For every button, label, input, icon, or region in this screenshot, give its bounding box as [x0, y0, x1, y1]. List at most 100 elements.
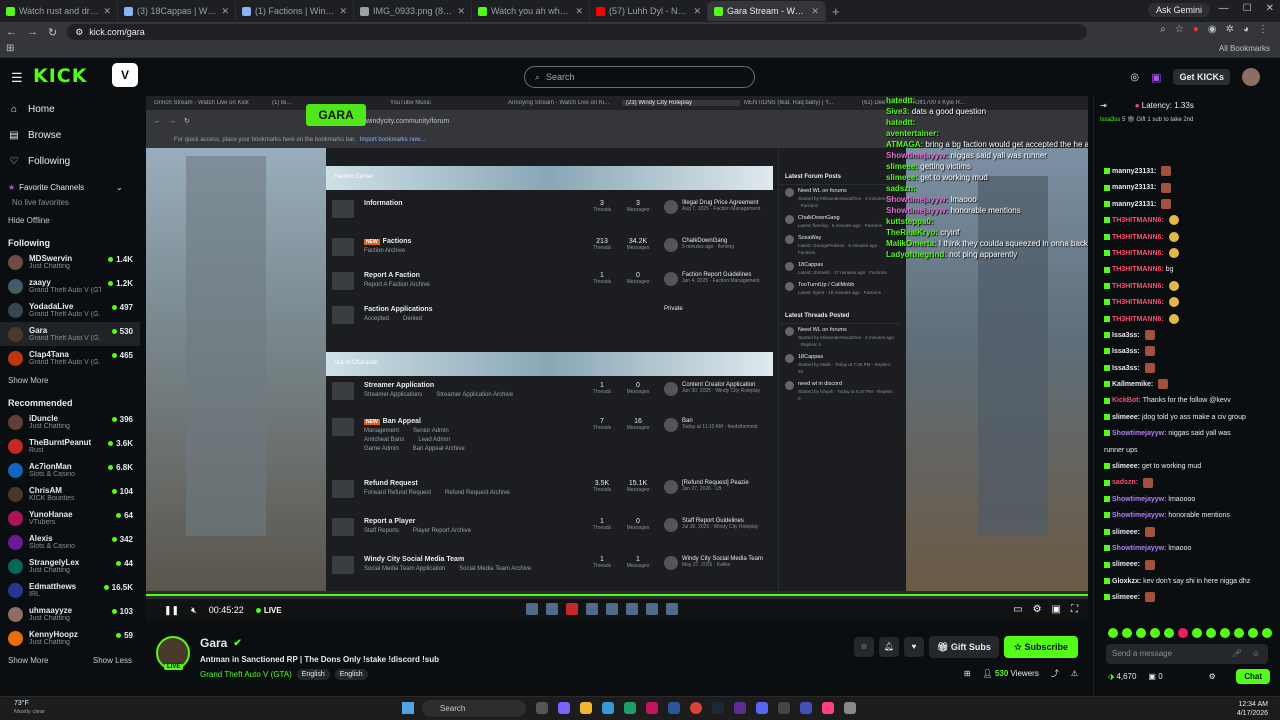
- windows-start-icon[interactable]: [402, 702, 414, 714]
- chat-username[interactable]: Issa3ss:: [1112, 348, 1142, 355]
- chat-send-button[interactable]: Chat: [1236, 669, 1270, 684]
- share-icon[interactable]: ⤴: [1051, 668, 1059, 679]
- reload-icon[interactable]: ↻: [48, 26, 57, 39]
- chat-username[interactable]: slimeee:: [1112, 414, 1142, 421]
- sidebar-channel-strangelylex[interactable]: StrangelyLex Just Chatting 44: [8, 554, 140, 578]
- drops-count[interactable]: ▣ 0: [1148, 672, 1162, 681]
- show-more-button[interactable]: Show More: [8, 656, 48, 665]
- chat-username[interactable]: TH3HITMANN6:: [1112, 299, 1166, 306]
- emote-icon[interactable]: [1206, 628, 1216, 638]
- forward-icon[interactable]: →: [27, 26, 38, 38]
- chat-username[interactable]: TH3HITMANN6:: [1112, 266, 1166, 273]
- chat-username[interactable]: slimeee:: [1112, 561, 1142, 568]
- browser-tab[interactable]: Gara Stream - Watch Live on Ki... ✕: [708, 1, 826, 21]
- report-icon[interactable]: ⚠: [1071, 669, 1078, 678]
- sidebar-channel-gara[interactable]: Gara Grand Theft Auto V (G... 530: [0, 322, 140, 346]
- chat-message-input[interactable]: Send a message 🎤︎ ☺: [1106, 644, 1268, 664]
- chat-username[interactable]: TH3HITMANN6:: [1112, 283, 1166, 290]
- inbox-icon[interactable]: ▣: [1151, 71, 1161, 84]
- hamburger-icon[interactable]: ☰: [11, 70, 23, 86]
- puzzle-icon[interactable]: ✲: [1226, 24, 1234, 35]
- app-icon[interactable]: [844, 702, 856, 714]
- weather-widget[interactable]: 73°F Mostly clear: [14, 700, 45, 716]
- site-info-icon[interactable]: ⚙: [75, 27, 83, 38]
- close-icon[interactable]: ✕: [1266, 3, 1274, 14]
- browser-tab[interactable]: Watch you ah what? | Streamin...✕: [472, 1, 590, 21]
- star-icon[interactable]: ☆: [1175, 24, 1184, 35]
- word-icon[interactable]: [668, 702, 680, 714]
- sidebar-channel-chrisam[interactable]: ChrisAM KICK Bounties 104: [8, 482, 140, 506]
- sidebar-nav-browse[interactable]: ▤ Browse: [8, 122, 140, 148]
- taskview-icon[interactable]: [536, 702, 548, 714]
- ask-gemini-button[interactable]: Ask Gemini: [1147, 3, 1210, 17]
- user-avatar[interactable]: [1242, 68, 1260, 86]
- sidebar-channel-edmatthews[interactable]: Edmatthews IRL 16.5K: [8, 578, 140, 602]
- sidebar-channel-theburntpeanut[interactable]: TheBurntPeanut Rust 3.6K: [8, 434, 140, 458]
- explorer-icon[interactable]: [580, 702, 592, 714]
- browser-tab[interactable]: Watch rust and drive in a new vic...✕: [0, 1, 118, 21]
- browser-tab[interactable]: (1) Factions | Windy City Rolepl... ✕: [236, 1, 354, 21]
- search-input[interactable]: ⌕ Search: [524, 66, 755, 88]
- show-more-following[interactable]: Show More: [8, 370, 140, 390]
- chat-username[interactable]: slimeee:: [1112, 463, 1142, 470]
- app-icon[interactable]: [800, 702, 812, 714]
- back-icon[interactable]: ←: [6, 26, 17, 38]
- chat-username[interactable]: TH3HITMANN6:: [1112, 217, 1166, 224]
- hide-offline-link[interactable]: Hide Offline: [8, 210, 140, 230]
- gift-subs-button[interactable]: 🎁︎ Gift Subs: [928, 636, 999, 658]
- sidebar-channel-clap4tana[interactable]: Clap4Tana Grand Theft Auto V (G... 465: [8, 346, 140, 370]
- sidebar-channel-uhmaayyze[interactable]: uhmaayyze Just Chatting 103: [8, 602, 140, 626]
- menu-icon[interactable]: ⋮: [1258, 24, 1268, 35]
- kick-app-icon[interactable]: V: [112, 63, 138, 87]
- app-icon[interactable]: [778, 702, 790, 714]
- show-less-button[interactable]: Show Less: [93, 656, 132, 665]
- emote-icon[interactable]: [1192, 628, 1202, 638]
- chat-username[interactable]: KickBot:: [1112, 397, 1143, 404]
- chat-username[interactable]: slimeee:: [1112, 594, 1142, 601]
- discord-icon[interactable]: [756, 702, 768, 714]
- drops-icon[interactable]: ◎: [1130, 72, 1139, 83]
- app-icon[interactable]: [734, 702, 746, 714]
- chat-username[interactable]: sadszn:: [1112, 479, 1140, 486]
- app-icon[interactable]: [558, 702, 570, 714]
- sidebar-channel-ac7ionman[interactable]: Ac7ionMan Slots & Casino 6.8K: [8, 458, 140, 482]
- sidebar-channel-yunohanae[interactable]: YunoHanae VTubers 64: [8, 506, 140, 530]
- subscribe-button[interactable]: ☆ Subscribe: [1003, 636, 1078, 658]
- follow-heart-button[interactable]: ♥: [903, 637, 924, 657]
- emote-icon[interactable]: [1150, 628, 1160, 638]
- zoom-icon[interactable]: ⌕: [1160, 24, 1166, 35]
- language-tag[interactable]: English: [334, 669, 368, 680]
- browser-tab[interactable]: (57) Luhh Dyl - Nobody Gone L... ✕: [590, 1, 708, 21]
- sidebar-channel-mdswervin[interactable]: MDSwervin Just Chatting 1.4K: [8, 250, 140, 274]
- chat-username[interactable]: Gloxkzx:: [1112, 578, 1143, 585]
- chrome-icon[interactable]: [690, 702, 702, 714]
- extension-icon[interactable]: ●: [1193, 24, 1199, 35]
- emote-icon[interactable]: [1220, 628, 1230, 638]
- app-icon[interactable]: [646, 702, 658, 714]
- chat-username[interactable]: Kallmemike:: [1112, 381, 1155, 388]
- photos-icon[interactable]: [602, 702, 614, 714]
- taskbar-search[interactable]: Search: [422, 700, 526, 717]
- chat-username[interactable]: Showtimejayyw:: [1112, 545, 1168, 552]
- sidebar-nav-following[interactable]: ♡ Following: [8, 148, 140, 174]
- favorite-star-button[interactable]: ☆: [853, 637, 874, 657]
- notification-bell-button[interactable]: 🔔︎: [878, 637, 899, 657]
- steam-icon[interactable]: [712, 702, 724, 714]
- minimize-icon[interactable]: —: [1219, 3, 1229, 14]
- chat-username[interactable]: TH3HITMANN6:: [1112, 234, 1166, 241]
- theater-mode-icon[interactable]: ▭: [1013, 604, 1022, 615]
- chat-username[interactable]: manny23131:: [1112, 168, 1158, 175]
- volume-icon[interactable]: 🔇︎: [191, 605, 197, 616]
- sidebar-channel-zaayy[interactable]: zaayy Grand Theft Auto V (GT... 1.2K: [8, 274, 140, 298]
- chat-username[interactable]: TH3HITMANN6:: [1112, 316, 1166, 323]
- tab-close-icon[interactable]: ✕: [693, 6, 701, 17]
- chevron-down-icon[interactable]: ⌄: [116, 183, 123, 192]
- browser-tab[interactable]: (3) 18Cappas | Windy City Rol... ✕: [118, 1, 236, 21]
- new-tab-icon[interactable]: +: [832, 4, 840, 19]
- miniplayer-icon[interactable]: ▣: [1052, 604, 1061, 615]
- chat-username[interactable]: TH3HITMANN6:: [1112, 250, 1166, 257]
- sidebar-nav-home[interactable]: ⌂ Home: [8, 96, 140, 122]
- emote-icon[interactable]: [1262, 628, 1272, 638]
- chat-username[interactable]: Issa3ss:: [1112, 332, 1142, 339]
- microphone-icon[interactable]: 🎤︎: [1232, 644, 1242, 664]
